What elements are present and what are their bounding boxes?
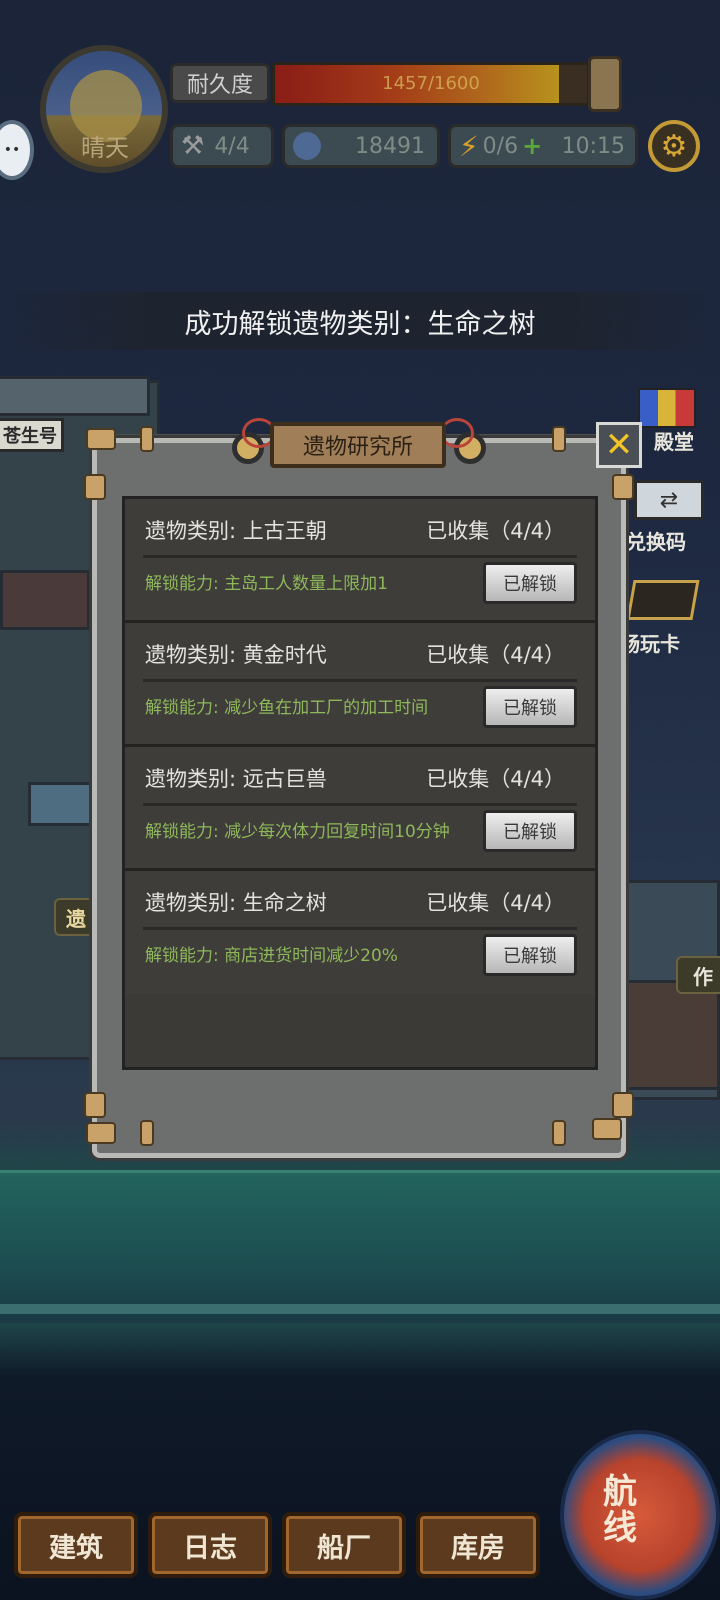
- left-sign-text: 苍生号: [3, 426, 57, 447]
- pipe-joint-left-low: [84, 1092, 106, 1118]
- card-divider: [143, 679, 577, 682]
- relic-card: 遗物类别: 远古巨兽 已收集（4/4） 解锁能力: 减少每次体力回复时间10分钟…: [125, 747, 595, 871]
- pipe-joint-bl2: [140, 1120, 154, 1146]
- pipe-joint-br: [552, 1120, 566, 1146]
- plus-icon[interactable]: +: [522, 132, 542, 160]
- ticket-icon: ⇄: [634, 480, 704, 520]
- gear-icon: ⚙: [660, 128, 688, 164]
- relic-collected: 已收集（4/4）: [426, 891, 565, 915]
- right-work-tag[interactable]: 作: [676, 956, 720, 994]
- relic-collected: 已收集（4/4）: [426, 519, 565, 543]
- relic-card: 遗物类别: 生命之树 已收集（4/4） 解锁能力: 商店进货时间减少20% 已解…: [125, 871, 595, 995]
- tools-value: 4/4: [214, 133, 250, 159]
- relic-collected: 已收集（4/4）: [426, 767, 565, 791]
- chat-icon: ••: [3, 142, 21, 158]
- hammer-wrench-icon: ⚒: [181, 131, 205, 161]
- unlocked-button[interactable]: 已解锁: [483, 810, 577, 852]
- exchange-code-label: 兑换码: [626, 530, 686, 554]
- sea-foam: [0, 1304, 720, 1314]
- chat-button[interactable]: ••: [0, 120, 34, 180]
- relic-card: 遗物类别: 黄金时代 已收集（4/4） 解锁能力: 减少鱼在加工厂的加工时间 已…: [125, 623, 595, 747]
- coins-stat[interactable]: 18491: [282, 124, 440, 168]
- nav-log-label: 日志: [183, 1532, 237, 1564]
- unlocked-button[interactable]: 已解锁: [483, 562, 577, 604]
- play-card-label: 畅玩卡: [620, 632, 680, 656]
- close-icon: ✕: [604, 425, 634, 465]
- energy-value: 0/6: [482, 133, 519, 159]
- unlock-toast: 成功解锁遗物类别：生命之树: [0, 292, 720, 350]
- sea-surface: [0, 1170, 720, 1323]
- nav-warehouse[interactable]: 库房: [416, 1512, 540, 1578]
- durability-bar: 1457/1600: [272, 62, 590, 106]
- unlocked-button-label: 已解锁: [503, 698, 557, 719]
- durability-label-text: 耐久度: [186, 73, 253, 98]
- relic-category: 遗物类别: 黄金时代: [145, 643, 327, 667]
- unlocked-button-label: 已解锁: [503, 574, 557, 595]
- unlocked-button[interactable]: 已解锁: [483, 934, 577, 976]
- exchange-code-button[interactable]: ⇄ 兑换码: [622, 474, 718, 554]
- unlocked-button-label: 已解锁: [503, 822, 557, 843]
- rank-podium-icon: [638, 388, 696, 428]
- card-divider: [143, 927, 577, 930]
- pipe-joint-right-mid: [612, 474, 634, 500]
- unlocked-button[interactable]: 已解锁: [483, 686, 577, 728]
- relic-collected: 已收集（4/4）: [426, 643, 565, 667]
- pipe-joint-right-low: [612, 1092, 634, 1118]
- card-divider: [143, 555, 577, 558]
- nav-build-label: 建筑: [49, 1532, 103, 1564]
- relic-category: 遗物类别: 生命之树: [145, 891, 327, 915]
- toast-text: 成功解锁遗物类别：生命之树: [184, 308, 536, 340]
- pipe-joint-br2: [592, 1118, 622, 1140]
- coin-icon: [293, 132, 321, 160]
- card-icon: [626, 580, 700, 620]
- relic-list[interactable]: 遗物类别: 上古王朝 已收集（4/4） 解锁能力: 主岛工人数量上限加1 已解锁…: [122, 496, 598, 1070]
- left-building-roof: [0, 376, 150, 416]
- right-work-text: 作: [693, 964, 713, 989]
- durability-label: 耐久度: [170, 63, 270, 103]
- voyage-label: 航线: [603, 1472, 637, 1548]
- weather-label: 晴天: [81, 134, 129, 162]
- nav-log[interactable]: 日志: [148, 1512, 272, 1578]
- left-pump: [28, 782, 92, 826]
- lightning-icon: ⚡: [459, 129, 479, 163]
- rank-label: 殿堂: [654, 430, 694, 454]
- pipe-joint-tl2: [140, 426, 154, 452]
- relic-ability: 解锁能力: 主岛工人数量上限加1: [145, 574, 388, 594]
- left-sign: 苍生号: [0, 418, 64, 452]
- right-crane: [624, 980, 720, 1090]
- card-divider: [143, 803, 577, 806]
- close-button[interactable]: ✕: [596, 422, 642, 468]
- pipe-joint-bl: [86, 1122, 116, 1144]
- durability-bar-cap: [588, 56, 622, 112]
- settings-button[interactable]: ⚙: [648, 120, 700, 172]
- energy-stat[interactable]: ⚡ 0/6 + 10:15: [448, 124, 638, 168]
- pipe-joint-tl: [86, 428, 116, 450]
- nav-shipyard[interactable]: 船厂: [282, 1512, 406, 1578]
- energy-timer: 10:15: [561, 133, 625, 159]
- relic-ability: 解锁能力: 商店进货时间减少20%: [145, 946, 398, 966]
- left-machinery: [0, 570, 90, 630]
- relic-ability: 解锁能力: 减少每次体力回复时间10分钟: [145, 822, 450, 842]
- left-tag-text: 遗: [66, 906, 86, 931]
- panel-title-text: 遗物研究所: [302, 435, 413, 460]
- relic-ability: 解锁能力: 减少鱼在加工厂的加工时间: [145, 698, 429, 718]
- nav-warehouse-label: 库房: [451, 1532, 505, 1564]
- nav-build[interactable]: 建筑: [14, 1512, 138, 1578]
- panel-title: 遗物研究所: [270, 422, 446, 468]
- play-card-button[interactable]: 畅玩卡: [620, 576, 716, 656]
- nav-shipyard-label: 船厂: [317, 1532, 371, 1564]
- pipe-joint-tr: [552, 426, 566, 452]
- relic-card: 遗物类别: 上古王朝 已收集（4/4） 解锁能力: 主岛工人数量上限加1 已解锁: [125, 499, 595, 623]
- tools-stat[interactable]: ⚒ 4/4: [170, 124, 274, 168]
- relic-category: 遗物类别: 远古巨兽: [145, 767, 327, 791]
- pipe-joint-left-mid: [84, 474, 106, 500]
- durability-text: 1457/1600: [382, 73, 480, 94]
- coins-value: 18491: [355, 133, 425, 159]
- unlocked-button-label: 已解锁: [503, 946, 557, 967]
- relic-category: 遗物类别: 上古王朝: [145, 519, 327, 543]
